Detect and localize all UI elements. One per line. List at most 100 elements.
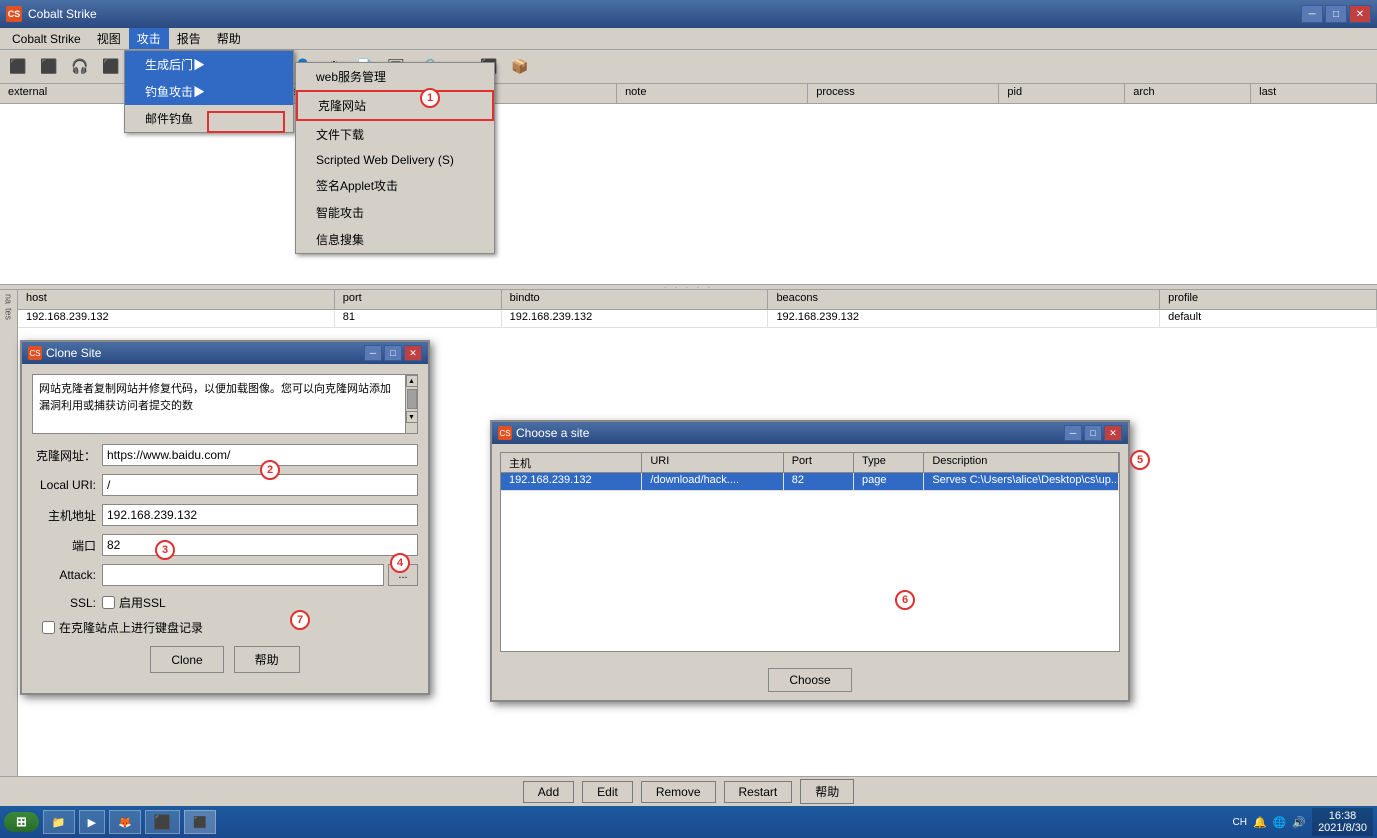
- clone-help-button[interactable]: 帮助: [234, 646, 300, 673]
- edit-button[interactable]: Edit: [582, 781, 633, 803]
- ssl-checkbox[interactable]: [102, 596, 115, 609]
- clone-title-left: CS Clone Site: [28, 346, 101, 360]
- submenu-item-youjian[interactable]: 邮件钓鱼: [125, 105, 293, 132]
- terminal-icon: ⬛: [154, 814, 171, 831]
- folder-icon: 📁: [52, 816, 66, 829]
- taskbar-app-firefox[interactable]: 🦊: [109, 810, 141, 834]
- keylog-checkbox[interactable]: [42, 621, 55, 634]
- badge-2: 2: [260, 460, 280, 480]
- taskbar-app-folder[interactable]: 📁: [43, 810, 75, 834]
- lang-indicator: CH: [1233, 817, 1247, 828]
- clone-dialog-body: 网站克隆者复制网站并修复代码，以便加载图像。您可以向克隆网站添加漏洞利用或捕获访…: [22, 364, 428, 693]
- menu-attack[interactable]: 攻击: [129, 28, 169, 49]
- choose-close[interactable]: ✕: [1104, 425, 1122, 441]
- remove-button[interactable]: Remove: [641, 781, 716, 803]
- clone-minimize[interactable]: ─: [364, 345, 382, 361]
- keylog-row: 在克隆站点上进行键盘记录: [32, 619, 418, 636]
- choose-th-uri: URI: [642, 453, 783, 472]
- maximize-button[interactable]: □: [1325, 5, 1347, 23]
- help-button-main[interactable]: 帮助: [800, 779, 854, 804]
- minimize-button[interactable]: ─: [1301, 5, 1323, 23]
- panel-col-label-na: na: [4, 294, 14, 304]
- toolbar-btn-1[interactable]: ⬛: [4, 54, 32, 80]
- choose-button[interactable]: Choose: [768, 668, 851, 692]
- choose-maximize[interactable]: □: [1084, 425, 1102, 441]
- choose-td-host: 192.168.239.132: [501, 473, 642, 490]
- toolbar-btn-2[interactable]: ⬛: [35, 54, 63, 80]
- scroll-down-arrow[interactable]: ▼: [406, 411, 418, 423]
- title-controls: ─ □ ✕: [1301, 5, 1371, 23]
- th-note: note: [617, 84, 808, 103]
- clone-close[interactable]: ✕: [404, 345, 422, 361]
- clone-description-area: 网站克隆者复制网站并修复代码，以便加载图像。您可以向克隆网站添加漏洞利用或捕获访…: [32, 374, 418, 434]
- taskbar-right: CH 🔔 🌐 🔊 16:38 2021/8/30: [1233, 808, 1374, 836]
- menu-bar: Cobalt Strike 视图 攻击 报告 帮助: [0, 28, 1377, 50]
- submenu-item-diaoyu[interactable]: 钓鱼攻击▶: [125, 78, 293, 105]
- taskbar-app-play[interactable]: ▶: [79, 810, 105, 834]
- restart-button[interactable]: Restart: [724, 781, 793, 803]
- badge-5: 5: [1130, 450, 1150, 470]
- bth-bindto: bindto: [502, 290, 769, 309]
- menu-view[interactable]: 视图: [89, 28, 129, 49]
- choose-dialog-title-bar: CS Choose a site ─ □ ✕: [492, 422, 1128, 444]
- host-label: 主机地址: [32, 507, 102, 524]
- choose-table-row[interactable]: 192.168.239.132 /download/hack.... 82 pa…: [501, 473, 1119, 491]
- submenu-clone-site[interactable]: 克隆网站: [296, 90, 494, 121]
- choose-minimize[interactable]: ─: [1064, 425, 1082, 441]
- attack-row: Attack: ...: [32, 564, 418, 586]
- badge-4: 4: [390, 553, 410, 573]
- ssl-checkbox-label[interactable]: 启用SSL: [102, 594, 166, 611]
- ssl-checkbox-text: 启用SSL: [119, 594, 166, 611]
- port-label: 端口: [32, 537, 102, 554]
- td-beacons: 192.168.239.132: [768, 310, 1160, 327]
- submenu-file-download[interactable]: 文件下载: [296, 121, 494, 148]
- bth-beacons: beacons: [768, 290, 1160, 309]
- dialog-clone-site: CS Clone Site ─ □ ✕ 网站克隆者复制网站并修复代码，以便加载图…: [20, 340, 430, 695]
- scroll-up-arrow[interactable]: ▲: [406, 375, 418, 387]
- choose-th-port: Port: [784, 453, 854, 472]
- local-uri-row: Local URI:: [32, 474, 418, 496]
- td-bindto: 192.168.239.132: [502, 310, 769, 327]
- menu-cobaltstrike[interactable]: Cobalt Strike: [4, 30, 89, 48]
- toolbar-btn-box2[interactable]: 📦: [506, 54, 534, 80]
- submenu-smart-attack[interactable]: 智能攻击: [296, 199, 494, 226]
- submenu-item-shengcheng[interactable]: 生成后门▶: [125, 51, 293, 78]
- clock: 16:38 2021/8/30: [1312, 808, 1373, 836]
- submenu-web-manage[interactable]: web服务管理: [296, 63, 494, 90]
- submenu-info[interactable]: 信息搜集: [296, 226, 494, 253]
- badge-6: 6: [895, 590, 915, 610]
- local-uri-input[interactable]: [102, 474, 418, 496]
- clone-button[interactable]: Clone: [150, 646, 223, 673]
- taskbar-app-cobalt[interactable]: ⬛: [184, 810, 216, 834]
- attack-menu-popup: 生成后门▶ 钓鱼攻击▶ 邮件钓鱼: [124, 50, 294, 133]
- notification-icon: 🔔: [1253, 816, 1267, 829]
- clone-url-input[interactable]: [102, 444, 418, 466]
- submenu-applet[interactable]: 签名Applet攻击: [296, 172, 494, 199]
- choose-th-type: Type: [854, 453, 924, 472]
- scroll-thumb[interactable]: [407, 389, 417, 409]
- start-button[interactable]: ⊞: [4, 812, 39, 832]
- left-panel-col: na tes: [0, 290, 18, 776]
- close-button[interactable]: ✕: [1349, 5, 1371, 23]
- clone-desc-scrollbar[interactable]: ▲ ▼: [405, 375, 417, 433]
- choose-footer: Choose: [492, 660, 1128, 700]
- clock-date: 2021/8/30: [1318, 822, 1367, 834]
- keylog-checkbox-label[interactable]: 在克隆站点上进行键盘记录: [42, 619, 203, 636]
- taskbar-app-terminal[interactable]: ⬛: [145, 810, 180, 834]
- toolbar-btn-headset[interactable]: 🎧: [66, 54, 94, 80]
- menu-report[interactable]: 报告: [169, 28, 209, 49]
- menu-help[interactable]: 帮助: [209, 28, 249, 49]
- toolbar-btn-3[interactable]: ⬛: [97, 54, 125, 80]
- app-icon: CS: [6, 6, 22, 22]
- choose-table-header: 主机 URI Port Type Description: [501, 453, 1119, 473]
- attack-input[interactable]: [102, 564, 384, 586]
- submenu-scripted[interactable]: Scripted Web Delivery (S): [296, 148, 494, 172]
- taskbar-left: ⊞ 📁 ▶ 🦊 ⬛ ⬛: [4, 810, 216, 834]
- ssl-row: SSL: 启用SSL: [32, 594, 418, 611]
- clone-maximize[interactable]: □: [384, 345, 402, 361]
- choose-td-port: 82: [784, 473, 854, 490]
- add-button[interactable]: Add: [523, 781, 574, 803]
- volume-icon: 🔊: [1292, 816, 1306, 829]
- port-input[interactable]: [102, 534, 418, 556]
- host-input[interactable]: [102, 504, 418, 526]
